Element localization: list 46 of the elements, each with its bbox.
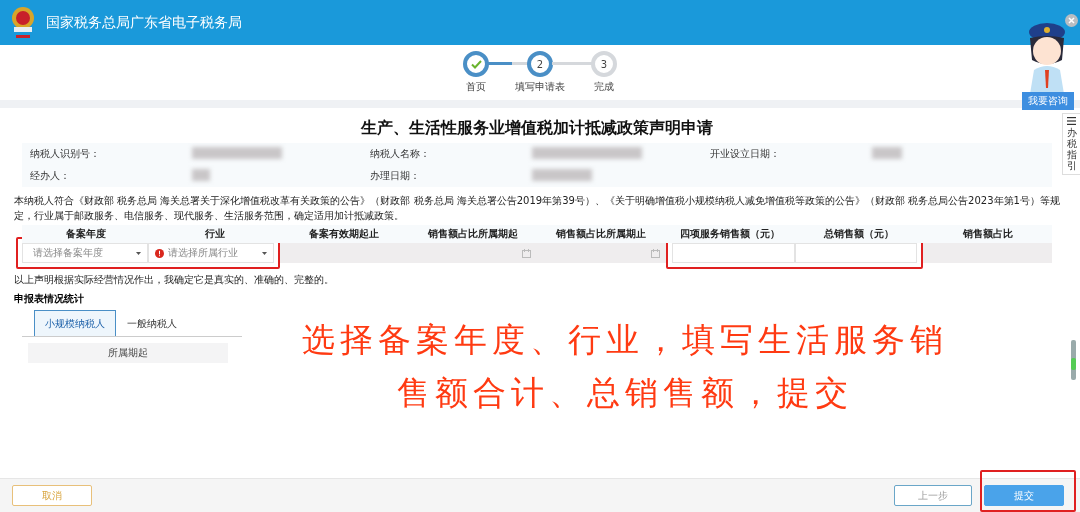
menu-icon — [1067, 117, 1076, 125]
column-header: 销售额占比所属期止 — [537, 225, 666, 243]
field-label: 办理日期： — [369, 169, 421, 183]
field-label: 纳税人名称： — [369, 147, 431, 161]
form-title: 生产、生活性服务业增值税加计抵减政策声明申请 — [359, 118, 714, 139]
section-title: 申报表情况统计 — [14, 292, 85, 306]
input-field[interactable] — [671, 243, 795, 263]
scrollbar — [1071, 340, 1076, 380]
check-icon — [470, 59, 482, 69]
field-label: 经办人： — [29, 169, 71, 183]
annotation-text: 售额合计、总销售额，提交 — [397, 372, 853, 414]
step-circle: 3 — [591, 51, 617, 77]
consult-button[interactable]: 我要咨询 — [1022, 92, 1074, 110]
close-icon[interactable] — [1065, 14, 1078, 27]
policy-statement: 本纳税人符合《财政部 税务总局 海关总署关于深化增值税改革有关政策的公告》（财政部 税务总局 海关总署公告2019年第39号）、《关于明确增值税小规模纳税人减免增值税等政策的公告》（财政部 税务总局公告2023年第1号）等规定，行业属于邮政服务、电信服务、现代服务、生活服务范围，确定适用加计抵减政策。 — [14, 194, 1060, 223]
annotation-text: 选择备案年度、行业，填写生活服务销 — [302, 319, 948, 361]
column-header: 行业 — [150, 225, 280, 243]
step-circle: 2 — [527, 51, 553, 77]
calendar-icon — [522, 248, 531, 258]
column-header: 总销售额（元） — [794, 225, 924, 243]
declaration-text: 以上声明根据实际经营情况作出，我确定它是真实的、准确的、完整的。 — [14, 273, 335, 287]
select-field[interactable]: 请选择所属行业 — [147, 243, 274, 263]
column-header: 销售额占比 — [923, 225, 1052, 243]
column-header: 备案年度 — [22, 225, 151, 243]
calendar-icon — [650, 248, 660, 258]
date-field[interactable] — [537, 243, 666, 263]
field-label: 开业设立日期： — [709, 147, 781, 161]
select-field[interactable]: 请选择备案年度 — [22, 243, 148, 263]
site-title: 国家税务总局广东省电子税务局 — [46, 13, 242, 32]
step-label: 填写申请表 — [515, 80, 565, 94]
caret-icon — [261, 251, 267, 255]
step-label: 完成 — [594, 80, 614, 94]
column-header: 备案有效期起止 — [279, 225, 409, 243]
field-label: 纳税人识别号： — [29, 147, 101, 161]
tab[interactable]: 小规模纳税人 — [34, 310, 116, 336]
step-label: 首页 — [466, 80, 486, 94]
guide-tab[interactable]: 办税指引 — [1062, 113, 1080, 175]
column-header: 四项服务销售额（元） — [665, 225, 795, 243]
emblem-logo — [10, 4, 36, 41]
column-header: 所属期起 — [28, 343, 228, 363]
cancel-button[interactable]: 取消 — [12, 485, 92, 506]
input-field[interactable] — [794, 243, 918, 263]
column-header: 销售额占比所属期起 — [408, 225, 537, 243]
guide-label: 办税指引 — [1066, 127, 1077, 171]
caret-icon — [135, 251, 141, 255]
submit-button[interactable]: 提交 — [984, 485, 1064, 506]
